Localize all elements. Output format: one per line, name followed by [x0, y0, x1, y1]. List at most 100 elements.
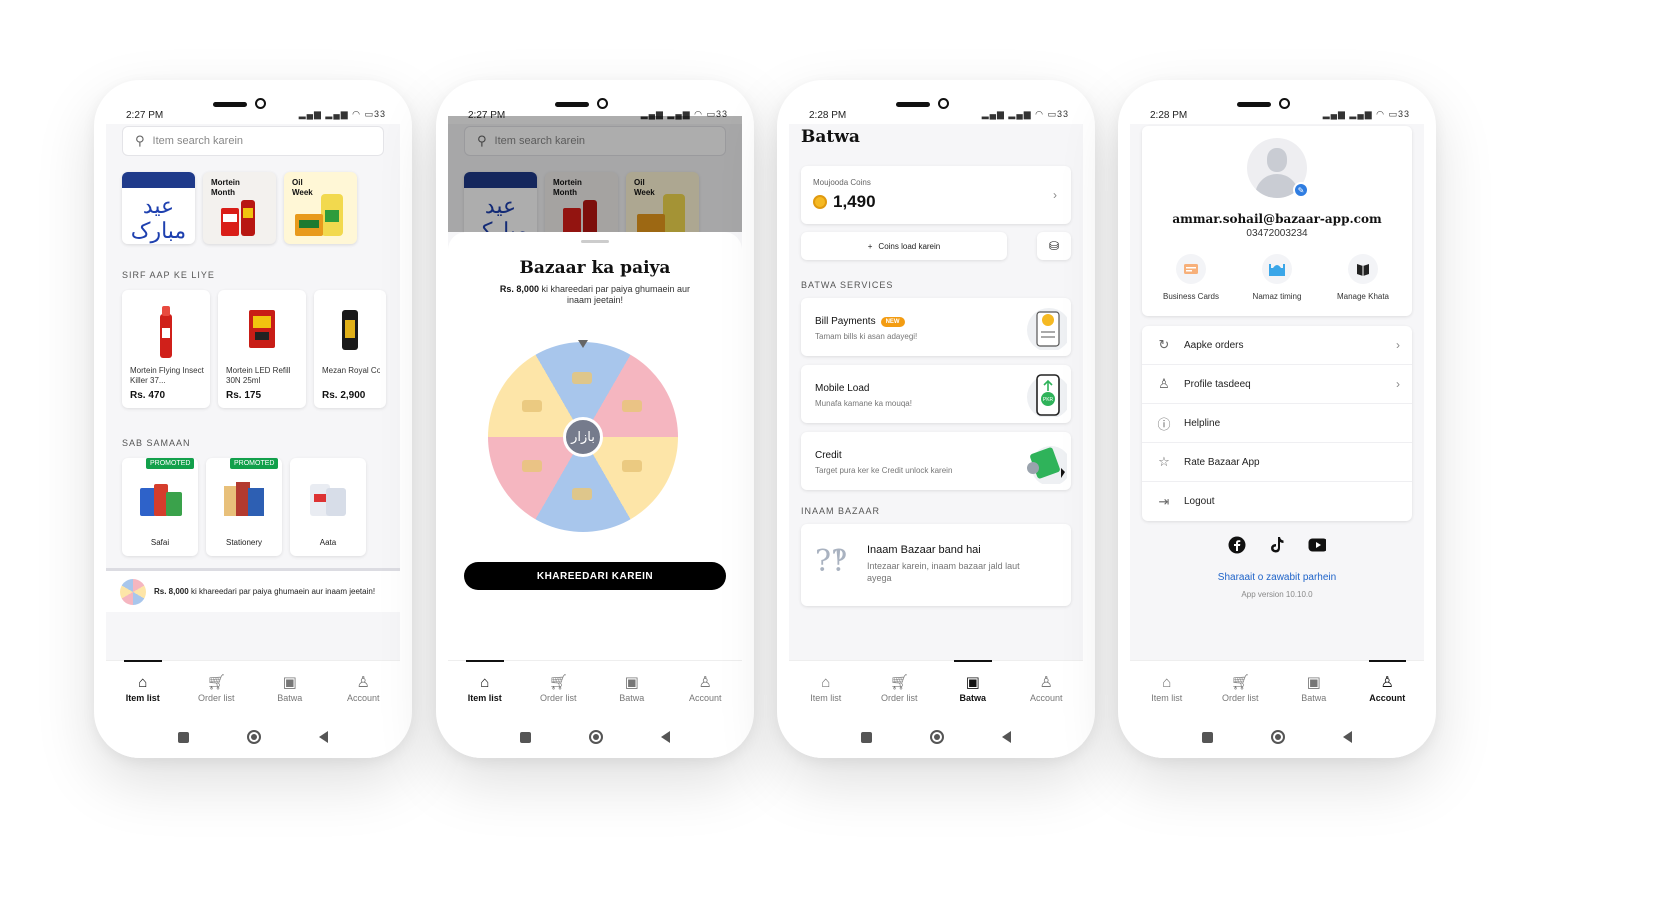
product-price: Rs. 2,900 [322, 390, 366, 401]
banner-oil[interactable]: Oil Week [284, 172, 357, 244]
inaam-bazaar-card: ?‽ Inaam Bazaar band hai Intezaar karein… [801, 524, 1071, 606]
nav-item-list[interactable]: ⌂ Item list [1130, 661, 1204, 716]
home-button-icon[interactable] [1271, 730, 1285, 744]
recents-icon[interactable] [861, 731, 872, 743]
sheet-drag-handle[interactable] [581, 240, 609, 243]
tiktok-icon[interactable] [1268, 536, 1286, 554]
menu-profile-verification[interactable]: ♙ Profile tasdeeq › [1142, 365, 1412, 404]
spin-wheel-amount: Rs. 8,000 [154, 586, 189, 596]
facebook-icon[interactable] [1228, 536, 1246, 554]
product-card[interactable]: Mortein Flying Insect Killer 37... Rs. 4… [122, 290, 210, 408]
screen-batwa: 2:28 PM ▂▄▆ ▂▄▆ ◠ ▭33 Batwa Moujooda Coi… [789, 80, 1083, 758]
quick-business-cards[interactable]: Business Cards [1151, 254, 1231, 301]
home-button-icon[interactable] [589, 730, 603, 744]
history-icon: ↻ [1158, 337, 1170, 352]
nav-label: Order list [1221, 692, 1259, 703]
battery-level: 33 [1397, 109, 1410, 119]
nav-item-list[interactable]: ⌂ Item list [106, 660, 180, 716]
nav-item-list[interactable]: ⌂ Item list [448, 660, 522, 716]
banner-eid[interactable]: عید مبارک [122, 172, 195, 244]
back-icon[interactable] [661, 731, 670, 743]
recents-icon[interactable] [1202, 731, 1213, 743]
shop-now-button[interactable]: KHAREEDARI KAREIN [464, 562, 726, 590]
menu-rate-app[interactable]: ☆ Rate Bazaar App [1142, 443, 1412, 482]
nav-account[interactable]: ♙ Account [1010, 661, 1084, 716]
home-button-icon[interactable] [247, 730, 261, 744]
service-credit[interactable]: Credit Target pura ker ke Credit unlock … [801, 432, 1071, 490]
spin-wheel-desc: ki khareedari par paiya ghumaein aur ina… [190, 586, 376, 596]
product-card[interactable]: Mortein LED Refill 30N 25ml Rs. 175 [218, 290, 306, 408]
person-icon: ♙ [1158, 376, 1170, 391]
phone-account: 2:28 PM ▂▄▆ ▂▄▆ ◠ ▭33 ✎ ammar.sohail@baz… [1118, 80, 1436, 758]
menu-helpline[interactable]: ⓘ Helpline [1142, 404, 1412, 443]
modal-backdrop[interactable] [448, 116, 742, 232]
nav-account[interactable]: ♙ Account [1351, 660, 1425, 716]
menu-label: Aapke orders [1184, 339, 1244, 351]
sheet-subtitle-text: ki khareedari par paiya ghumaein aur ina… [541, 284, 691, 305]
service-mobile-load[interactable]: Mobile Load Munafa kamane ka mouqa! PKR [801, 365, 1071, 423]
product-card[interactable]: Mezan Royal Cooking Oil 1 L Rs. 2,900 [314, 290, 386, 408]
recents-icon[interactable] [520, 731, 531, 743]
banner-mortein[interactable]: Mortein Month [203, 172, 276, 244]
spin-wheel-bar[interactable]: Rs. 8,000 ki khareedari par paiya ghumae… [106, 568, 400, 612]
service-bill-payments[interactable]: Bill Payments NEW Tamam bills ki asan ada… [801, 298, 1071, 356]
back-icon[interactable] [1343, 731, 1352, 743]
category-card-aata[interactable]: Aata [290, 458, 366, 556]
nav-batwa[interactable]: ▣ Batwa [1277, 661, 1351, 716]
section-for-you-title: SIRF AAP KE LIYE [122, 270, 215, 280]
profile-card: ✎ ammar.sohail@bazaar-app.com 0347200323… [1142, 126, 1412, 316]
edit-pencil-icon[interactable]: ✎ [1293, 182, 1309, 198]
category-card-stationery[interactable]: PROMOTED Stationery [206, 458, 282, 556]
coins-history-button[interactable]: ⛁ [1037, 232, 1071, 260]
promoted-badge: PROMOTED [230, 458, 279, 469]
coins-history-icon: ⛁ [1048, 239, 1060, 253]
nav-label: Account [688, 692, 722, 703]
cart-icon: 🛒︎ [1230, 673, 1250, 691]
nav-label: Order list [197, 692, 235, 703]
wallet-icon: ▣ [624, 673, 639, 691]
nav-order-list[interactable]: 🛒︎ Order list [180, 661, 254, 716]
nav-order-list[interactable]: 🛒︎ Order list [1204, 661, 1278, 716]
coins-balance-card[interactable]: Moujooda Coins 1,490 › [801, 166, 1071, 224]
nav-batwa[interactable]: ▣ Batwa [936, 660, 1010, 716]
coin-stack-icon [572, 488, 592, 500]
nav-label: Item list [125, 692, 160, 703]
product-name: Mortein Flying Insect Killer 37... [130, 366, 204, 385]
search-input[interactable]: ⚲ Item search karein [122, 126, 384, 156]
nav-label: Batwa [1301, 692, 1327, 703]
showcase: 2:27 PM ▂▄▆ ▂▄▆ ◠ ▭33 ⚲ Item search kare… [0, 0, 1676, 916]
nav-label: Item list [1151, 692, 1183, 703]
nav-batwa[interactable]: ▣ Batwa [253, 661, 327, 716]
nav-order-list[interactable]: 🛒︎ Order list [522, 661, 596, 716]
quick-namaz-timing[interactable]: Namaz timing [1237, 254, 1317, 301]
menu-logout[interactable]: ⇥ Logout [1142, 482, 1412, 521]
service-title-text: Bill Payments [815, 316, 876, 327]
prize-wheel[interactable]: بازار [488, 340, 678, 532]
coin-stack-icon [522, 400, 542, 412]
wheel-center-logo[interactable]: بازار [563, 417, 603, 457]
nav-item-list[interactable]: ⌂ Item list [789, 661, 863, 716]
home-button-icon[interactable] [930, 730, 944, 744]
category-card-safai[interactable]: PROMOTED Safai [122, 458, 198, 556]
nav-account[interactable]: ♙ Account [669, 661, 743, 716]
nav-order-list[interactable]: 🛒︎ Order list [863, 661, 937, 716]
phone-spin-wheel: 2:27 PM ▂▄▆ ▂▄▆ ◠ ▭33 ⚲ Item search kare… [436, 80, 754, 758]
insect-spray-image [160, 306, 172, 358]
service-title: Bill Payments NEW [815, 316, 905, 327]
back-icon[interactable] [1002, 731, 1011, 743]
quick-label: Namaz timing [1252, 292, 1302, 301]
terms-link[interactable]: Sharaait o zawabit parhein [1130, 572, 1424, 583]
back-icon[interactable] [319, 731, 328, 743]
status-time: 2:28 PM [809, 110, 847, 121]
load-coins-button[interactable]: + Coins load karein [801, 232, 1007, 260]
quick-label: Manage Khata [1336, 292, 1390, 301]
nav-batwa[interactable]: ▣ Batwa [595, 661, 669, 716]
quick-manage-khata[interactable]: Manage Khata [1323, 254, 1403, 301]
recents-icon[interactable] [178, 731, 189, 743]
nav-label: Account [1029, 692, 1063, 703]
nav-account[interactable]: ♙ Account [327, 661, 401, 716]
menu-my-orders[interactable]: ↻ Aapke orders › [1142, 326, 1412, 365]
status-time: 2:28 PM [1150, 110, 1188, 121]
youtube-icon[interactable] [1308, 536, 1326, 554]
quick-label: Business Cards [1162, 292, 1220, 301]
